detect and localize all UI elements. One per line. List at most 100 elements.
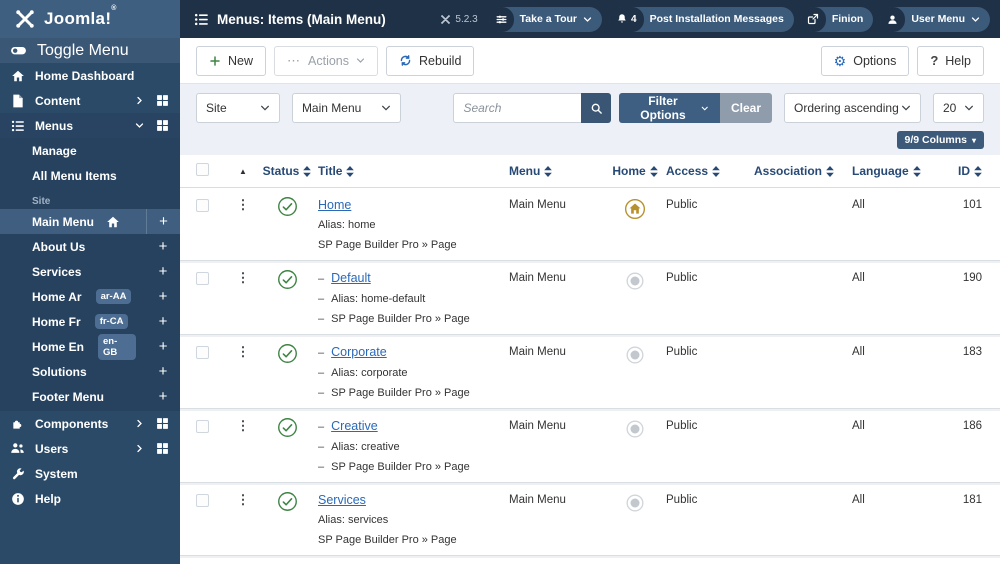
help-button[interactable]: ? Help — [917, 45, 984, 76]
ordering-select[interactable]: Ordering ascending — [784, 93, 921, 123]
status-published-icon[interactable] — [277, 491, 298, 512]
rebuild-button[interactable]: Rebuild — [386, 45, 475, 76]
joomla-mini-icon — [440, 14, 451, 25]
toggle-menu-button[interactable]: Toggle Menu — [0, 38, 180, 63]
status-published-icon[interactable] — [277, 417, 298, 438]
user-menu-button[interactable]: User Menu — [880, 6, 990, 32]
site-select[interactable]: Site — [196, 93, 280, 123]
sidebar-menu-entry[interactable]: Main Menu + — [0, 209, 180, 234]
sidebar-item-components[interactable]: Components — [0, 411, 180, 436]
column-header-language[interactable]: Language — [852, 164, 930, 178]
filter-options-button[interactable]: Filter Options — [619, 93, 720, 123]
level-dash: – — [318, 421, 325, 433]
sidebar-menu-entry[interactable]: Home En en-GB + — [0, 333, 180, 360]
menu-item-title-link[interactable]: Creative — [331, 419, 378, 433]
sidebar-item-users[interactable]: Users — [0, 436, 180, 461]
home-default-icon[interactable] — [624, 198, 646, 220]
access-cell: Public — [666, 346, 698, 358]
sidebar-menu-entry[interactable]: Solutions + — [0, 359, 180, 384]
row-checkbox[interactable] — [196, 346, 209, 359]
sidebar-item-help[interactable]: Help — [0, 486, 180, 511]
home-unset-icon[interactable] — [625, 271, 645, 291]
menu-item-alias: Alias: home-default — [331, 293, 426, 305]
ordering-caret-icon[interactable]: ▲ — [239, 167, 247, 176]
table-row: ⋮ – Corporate – Alias: corporate – SP Page … — [180, 335, 1000, 409]
sidebar-menu-entry[interactable]: Footer Menu + — [0, 384, 180, 409]
status-published-icon[interactable] — [277, 269, 298, 290]
sort-icon — [346, 165, 355, 177]
sidebar-item-system[interactable]: System — [0, 461, 180, 486]
row-checkbox[interactable] — [196, 272, 209, 285]
add-menu-item-button[interactable]: + — [146, 209, 180, 234]
column-header-title[interactable]: Title — [318, 164, 509, 178]
language-badge: en-GB — [98, 333, 137, 360]
language-cell: All — [852, 420, 865, 432]
add-menu-item-button[interactable]: + — [146, 284, 180, 309]
chevron-down-icon — [356, 58, 365, 63]
menu-cell: Main Menu — [509, 346, 566, 358]
add-menu-item-button[interactable]: + — [146, 384, 180, 409]
home-unset-icon[interactable] — [625, 493, 645, 513]
logo-bar[interactable]: Joomla!® — [0, 0, 180, 38]
site-menus-list: Main Menu + About Us + Services + Home A… — [0, 209, 180, 409]
add-menu-item-button[interactable]: + — [146, 259, 180, 284]
access-cell: Public — [666, 272, 698, 284]
dashboard-grid-icon[interactable] — [155, 94, 170, 107]
logo-text: Joomla!® — [44, 5, 117, 28]
new-button[interactable]: New — [196, 45, 267, 76]
menu-item-title-link[interactable]: Home — [318, 198, 351, 212]
sidebar-item-home-dashboard[interactable]: Home Dashboard — [0, 63, 180, 88]
column-header-association[interactable]: Association — [754, 164, 852, 178]
search-button[interactable] — [581, 93, 612, 123]
sliders-icon — [488, 6, 514, 32]
post-installation-messages-button[interactable]: 4 Post Installation Messages — [609, 6, 794, 32]
menu-item-title-link[interactable]: Default — [331, 271, 371, 285]
status-published-icon[interactable] — [277, 196, 298, 217]
select-all-checkbox[interactable] — [196, 163, 209, 176]
status-published-icon[interactable] — [277, 343, 298, 364]
drag-handle-icon[interactable]: ⋮ — [230, 198, 256, 212]
toolbar: New ⋯ Actions Rebuild ⚙ Options ? Help — [180, 38, 1000, 84]
sidebar-menu-entry[interactable]: Home Fr fr-CA + — [0, 309, 180, 334]
drag-handle-icon[interactable]: ⋮ — [230, 493, 256, 507]
menu-select[interactable]: Main Menu — [291, 93, 402, 123]
column-header-home[interactable]: Home — [604, 164, 666, 178]
add-menu-item-button[interactable]: + — [146, 309, 180, 334]
clear-button[interactable]: Clear — [719, 93, 773, 123]
preview-site-button[interactable]: Finion — [800, 6, 874, 32]
column-header-access[interactable]: Access — [666, 164, 754, 178]
dashboard-grid-icon[interactable] — [155, 417, 170, 430]
menu-item-title-link[interactable]: Corporate — [331, 345, 387, 359]
menu-item-title-link[interactable]: Services — [318, 493, 366, 507]
sidebar-item-all-menu-items[interactable]: All Menu Items — [0, 163, 180, 188]
add-menu-item-button[interactable]: + — [146, 359, 180, 384]
sidebar-item-manage[interactable]: Manage — [0, 138, 180, 163]
sidebar-menu-entry[interactable]: About Us + — [0, 234, 180, 259]
options-button[interactable]: ⚙ Options — [820, 45, 910, 76]
drag-handle-icon[interactable]: ⋮ — [230, 419, 256, 433]
row-checkbox[interactable] — [196, 199, 209, 212]
sidebar-item-content[interactable]: Content — [0, 88, 180, 113]
sidebar-menu-entry[interactable]: Services + — [0, 259, 180, 284]
sidebar-item-menus[interactable]: Menus — [0, 113, 180, 138]
drag-handle-icon[interactable]: ⋮ — [230, 271, 256, 285]
search-input[interactable] — [453, 93, 582, 123]
column-header-menu[interactable]: Menu — [509, 164, 604, 178]
columns-toggle-button[interactable]: 9/9 Columns ▾ — [896, 131, 984, 149]
dashboard-grid-icon[interactable] — [155, 442, 170, 455]
sort-icon — [826, 165, 834, 177]
row-checkbox[interactable] — [196, 420, 209, 433]
add-menu-item-button[interactable]: + — [146, 234, 180, 259]
column-header-id[interactable]: ID — [930, 164, 982, 178]
column-header-status[interactable]: Status — [256, 164, 318, 178]
take-a-tour-button[interactable]: Take a Tour — [488, 6, 603, 32]
actions-button[interactable]: ⋯ Actions — [274, 45, 379, 76]
drag-handle-icon[interactable]: ⋮ — [230, 345, 256, 359]
sidebar-menu-entry[interactable]: Home Ar ar-AA + — [0, 284, 180, 309]
home-unset-icon[interactable] — [625, 419, 645, 439]
row-checkbox[interactable] — [196, 494, 209, 507]
home-unset-icon[interactable] — [625, 345, 645, 365]
add-menu-item-button[interactable]: + — [146, 334, 180, 359]
list-limit-select[interactable]: 20 — [932, 93, 984, 123]
dashboard-grid-icon[interactable] — [155, 119, 170, 132]
